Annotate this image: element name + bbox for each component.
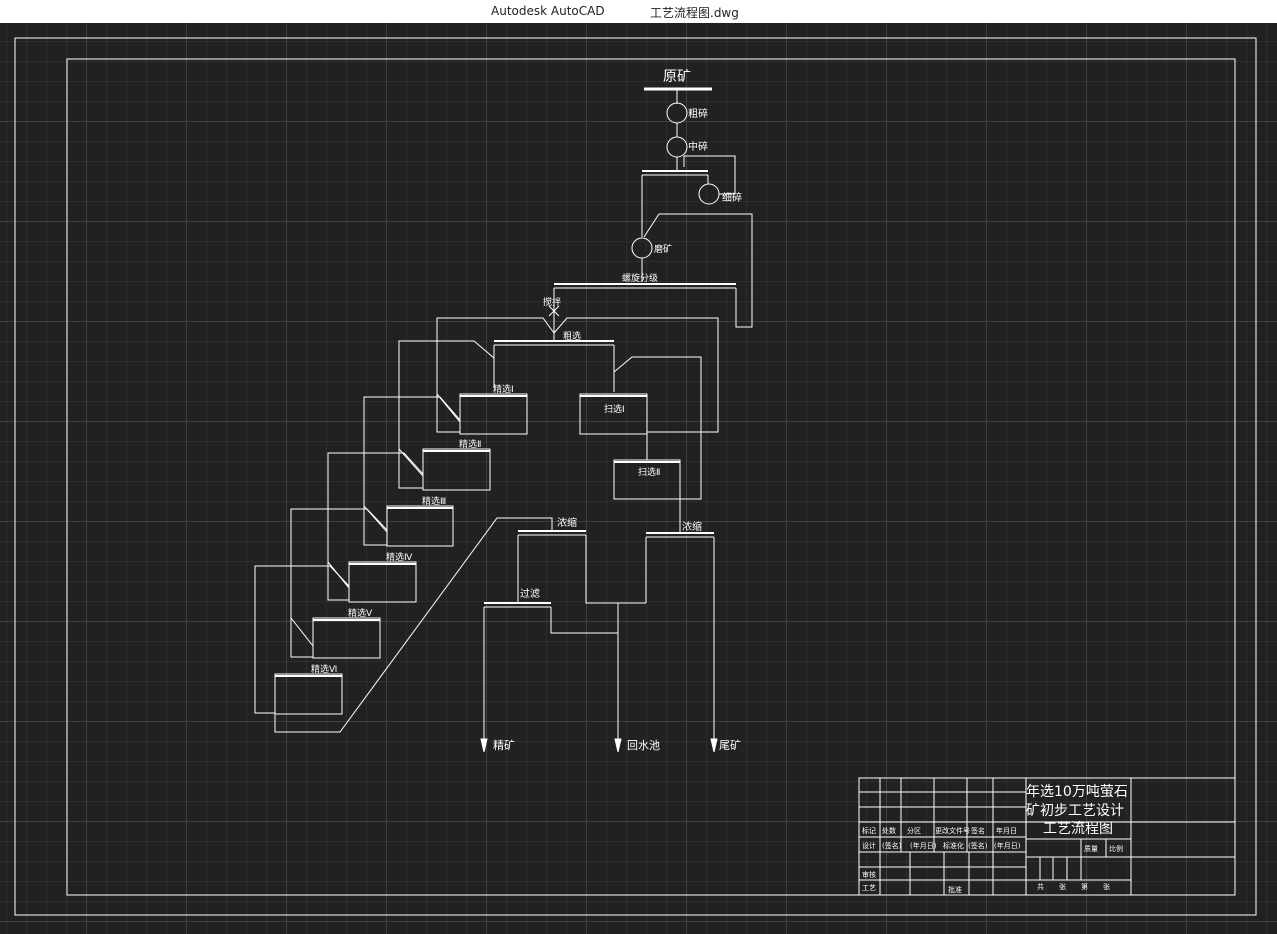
tb-sign: 签名: [971, 826, 985, 835]
tb-sheets-unit: 张: [1059, 882, 1066, 891]
scavenger-2-cell: [613, 459, 681, 500]
cleaner-3-cell: [386, 505, 454, 547]
tb-total-sheets: 共: [1037, 882, 1044, 891]
return-water-arrow: [614, 738, 622, 753]
tb-zone: 分区: [907, 826, 921, 835]
cleaner-6-cell: [274, 673, 343, 715]
cleaner-1-cell: [459, 393, 528, 435]
label-filter: 过滤: [520, 587, 540, 600]
tb-date: 年月日: [996, 826, 1017, 835]
tb-process: 工艺: [862, 884, 876, 892]
coarse-crusher: [666, 102, 688, 124]
scavenger-circuit-lines: [553, 317, 719, 532]
tb-approve: 批准: [948, 885, 962, 894]
tb-weight: 质量: [1084, 844, 1098, 853]
document-name[interactable]: 工艺流程图.dwg: [650, 4, 739, 21]
fine-crusher: [698, 183, 720, 205]
label-rougher: 粗选: [563, 330, 581, 342]
title-project-line-1: 年选10万吨萤石: [1026, 784, 1128, 800]
label-cleaner-4: 精选Ⅳ: [386, 551, 413, 563]
label-fine-crush: 细碎: [722, 191, 742, 204]
medium-crusher: [666, 136, 688, 158]
drawing-canvas[interactable]: 原矿 粗碎 中碎 细碎 磨矿 螺旋分级 搅拌 粗选 精选Ⅰ 扫选Ⅰ 精选Ⅱ 扫选…: [0, 23, 1277, 934]
tb-design: 设计: [862, 841, 876, 850]
label-cleaner-6: 精选Ⅵ: [311, 663, 337, 675]
label-thicken-1: 浓缩: [557, 516, 577, 529]
tb-change-doc: 更改文件号: [935, 826, 970, 835]
tb-scale: 比例: [1109, 844, 1123, 853]
label-cleaner-1: 精选Ⅰ: [493, 383, 514, 395]
label-concentrate: 精矿: [493, 739, 515, 752]
cleaner-circuit-lines: [254, 317, 555, 733]
tb-mark: 标记: [862, 826, 876, 835]
label-spiral-classify: 螺旋分级: [622, 272, 658, 284]
label-cleaner-2: 精选Ⅱ: [459, 438, 481, 450]
cleaner-4-cell: [348, 561, 417, 603]
label-grinding: 磨矿: [654, 243, 672, 255]
label-thicken-2: 浓缩: [682, 520, 702, 533]
tb-count: 处数: [882, 826, 896, 835]
tb-sheet-unit: 张: [1103, 882, 1110, 891]
tb-sign-paren: (签名): [882, 841, 902, 850]
label-medium-crush: 中碎: [688, 140, 708, 153]
tb-sheet-no: 第: [1081, 882, 1088, 891]
cleaner-2-cell: [422, 448, 491, 491]
grinding-mill: [631, 237, 653, 259]
label-raw-ore: 原矿: [663, 69, 691, 85]
cleaner-5-cell: [312, 617, 381, 659]
title-bar: Autodesk AutoCAD 工艺流程图.dwg: [0, 0, 1277, 23]
concentrate-arrow: [480, 738, 488, 753]
label-coarse-crush: 粗碎: [688, 107, 708, 120]
thickener-1-overflow: [585, 535, 646, 604]
tb-standardize: 标准化: [943, 841, 964, 850]
label-cleaner-3: 精选Ⅲ: [422, 495, 446, 507]
tb-date-paren-2: (年月日): [994, 841, 1021, 850]
tailings-arrow: [710, 738, 718, 753]
app-name: Autodesk AutoCAD: [491, 4, 605, 18]
label-scavenger-2: 扫选Ⅱ: [638, 466, 660, 478]
tb-date-paren: (年月日): [910, 841, 937, 850]
label-tailings: 尾矿: [719, 739, 741, 752]
drawing-svg: 原矿 粗碎 中碎 细碎 磨矿 螺旋分级 搅拌 粗选 精选Ⅰ 扫选Ⅰ 精选Ⅱ 扫选…: [14, 37, 1257, 916]
label-cleaner-5: 精选Ⅴ: [348, 607, 373, 619]
label-return-water: 回水池: [627, 739, 660, 752]
filter-filtrate: [550, 607, 618, 634]
classifier-return: [643, 213, 753, 328]
title-drawing-name: 工艺流程图: [1043, 821, 1113, 837]
tb-sign-paren-2: (签名): [968, 841, 988, 850]
label-scavenger-1: 扫选Ⅰ: [604, 403, 625, 415]
tb-review: 审核: [862, 870, 876, 879]
title-project-line-2: 矿初步工艺设计: [1026, 802, 1124, 819]
